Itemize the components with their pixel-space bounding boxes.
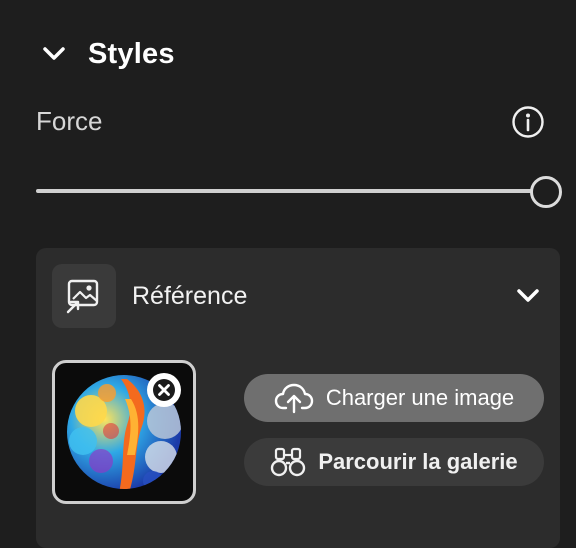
chevron-down-icon[interactable]: [40, 40, 68, 68]
slider-thumb[interactable]: [530, 176, 562, 208]
close-circle-icon[interactable]: [147, 373, 181, 407]
upload-image-button[interactable]: Charger une image: [244, 374, 544, 422]
binoculars-icon: [270, 446, 306, 478]
gallery-label: Parcourir la galerie: [318, 449, 518, 474]
upload-label: Charger une image: [325, 385, 515, 410]
reference-image-thumbnail[interactable]: [52, 360, 196, 504]
slider-track[interactable]: [36, 189, 544, 193]
chevron-down-icon[interactable]: [512, 280, 544, 312]
reference-panel: Référence Charger une image Parcourir la…: [36, 248, 560, 548]
force-label: Force: [36, 106, 103, 136]
force-slider[interactable]: [36, 174, 562, 210]
browse-gallery-button[interactable]: Parcourir la galerie: [244, 438, 544, 486]
styles-section-header[interactable]: Styles: [40, 34, 175, 74]
info-icon[interactable]: [509, 103, 547, 141]
reference-header[interactable]: Référence: [52, 264, 544, 328]
cloud-upload-icon: [274, 382, 314, 414]
reference-title: Référence: [132, 281, 248, 310]
image-reference-icon: [52, 264, 116, 328]
section-title: Styles: [88, 37, 175, 70]
